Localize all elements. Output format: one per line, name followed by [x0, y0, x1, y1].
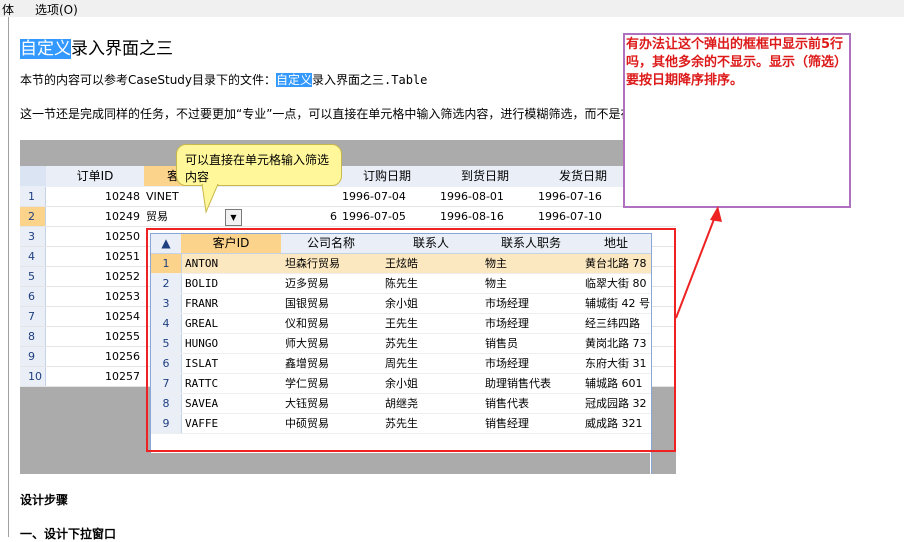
- order-id: 10248: [105, 190, 140, 203]
- red-highlight-box: [146, 228, 676, 452]
- row-number: 2: [20, 207, 46, 226]
- menu-item-options[interactable]: 选项(O): [35, 1, 78, 18]
- menu-item-1[interactable]: 体: [2, 1, 14, 18]
- table-row[interactable]: 2 10249 贸易 ▼ 6 1996-07-05 1996-08-16 199…: [20, 207, 676, 227]
- ship-date: 1996-07-10: [538, 210, 602, 223]
- callout-tail-icon: [201, 184, 219, 214]
- order-id: 10254: [105, 310, 140, 323]
- order-id: 10255: [105, 330, 140, 343]
- arrival-date: 1996-08-01: [440, 190, 504, 203]
- ship-date: 1996-07-16: [538, 190, 602, 203]
- page-title: 自定义录入界面之三: [20, 34, 173, 59]
- red-arrow-icon: [675, 206, 722, 319]
- callout-tooltip: 可以直接在单元格输入筛选内容: [176, 144, 342, 186]
- order-date: 1996-07-05: [342, 210, 406, 223]
- order-id: 10250: [105, 230, 140, 243]
- order-id: 10253: [105, 290, 140, 303]
- col-header-order-date[interactable]: 订购日期: [338, 166, 437, 186]
- title-rest: 录入界面之三: [71, 39, 173, 59]
- section-heading: 设计步骤: [20, 493, 69, 507]
- row-number: 5: [20, 267, 46, 286]
- section-subheading: 一、设计下拉窗口: [20, 527, 117, 541]
- left-gutter: [0, 17, 9, 537]
- dropdown-arrow-icon[interactable]: ▼: [225, 209, 242, 226]
- extra: 6: [330, 210, 337, 223]
- order-id: 10251: [105, 250, 140, 263]
- col-header-ship-date[interactable]: 发货日期: [534, 166, 633, 186]
- row-number: 4: [20, 247, 46, 266]
- row-number: 1: [20, 187, 46, 206]
- order-id: 10252: [105, 270, 140, 283]
- col-header-order-id[interactable]: 订单ID: [46, 166, 145, 186]
- note-text: 有办法让这个弹出的框框中显示前5行吗，其他多余的不显示。显示（筛选）要按日期降序…: [626, 37, 848, 88]
- row-number: 8: [20, 327, 46, 346]
- customer: VINET: [146, 190, 179, 203]
- row-number: 6: [20, 287, 46, 306]
- popup-scroll-area: [150, 453, 650, 474]
- row-number: 10: [20, 367, 46, 386]
- order-id: 10256: [105, 350, 140, 363]
- row-number: 3: [20, 227, 46, 246]
- order-date: 1996-07-04: [342, 190, 406, 203]
- row-number: 9: [20, 347, 46, 366]
- title-highlight: 自定义: [20, 39, 71, 59]
- order-id: 10257: [105, 370, 140, 383]
- paragraph-description: 这一节还是完成同样的任务，不过要更加“专业”一点，可以直接在单元格中输入筛选内容…: [20, 107, 705, 121]
- col-header-arrival-date[interactable]: 到货日期: [436, 166, 535, 186]
- arrival-date: 1996-08-16: [440, 210, 504, 223]
- menu-bar: 体 选项(O): [0, 0, 904, 17]
- paragraph-reference: 本节的内容可以参考CaseStudy目录下的文件：自定义录入界面之三.Table: [20, 71, 427, 88]
- ref-file: 录入界面之三.Table: [312, 73, 428, 87]
- grid-corner: [20, 166, 47, 186]
- table-row[interactable]: 1 10248 VINET 1996-07-04 1996-08-01 1996…: [20, 187, 676, 207]
- customer-edit[interactable]: 贸易: [146, 207, 168, 226]
- ref-highlight: 自定义: [276, 73, 313, 87]
- row-number: 7: [20, 307, 46, 326]
- ref-text: 本节的内容可以参考CaseStudy目录下的文件：: [20, 73, 277, 87]
- order-id: 10249: [105, 210, 140, 223]
